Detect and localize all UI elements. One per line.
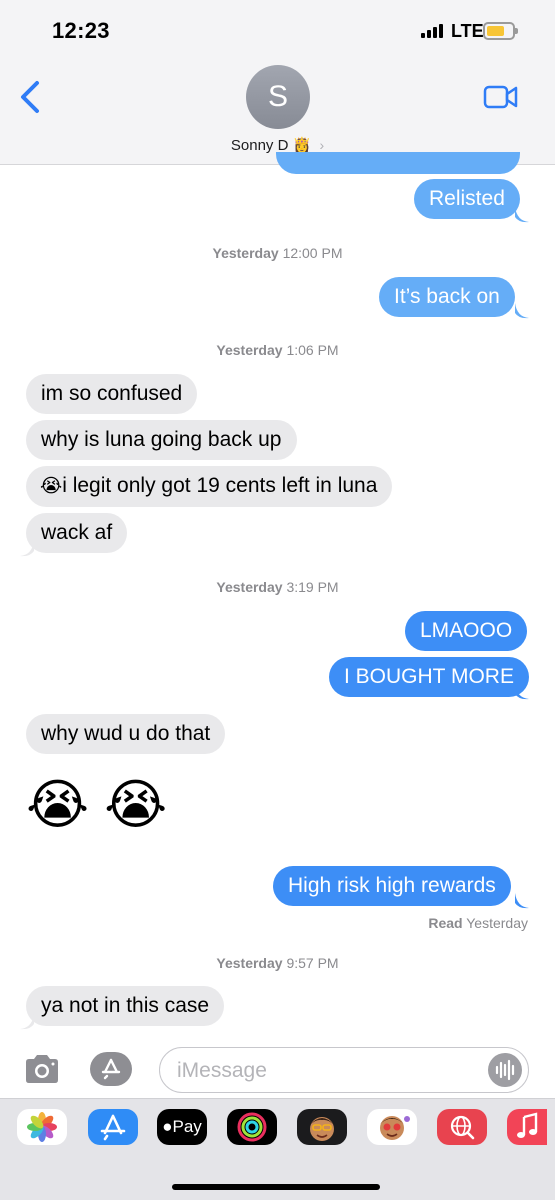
photos-flower-icon — [27, 1112, 57, 1142]
bubble-tail — [515, 893, 529, 909]
music-icon[interactable] — [507, 1109, 547, 1145]
memoji-stickers-face-icon — [380, 1116, 410, 1140]
timestamp: Yesterday 9:57 PM — [216, 955, 339, 971]
home-indicator[interactable] — [172, 1184, 380, 1190]
app-store-glyph-icon — [100, 1114, 126, 1141]
timestamp: Yesterday 1:06 PM — [216, 342, 339, 358]
apple-pay-label: Pay — [172, 1117, 202, 1136]
audio-waveform-icon — [495, 1059, 515, 1081]
apple-logo-icon: ● — [162, 1117, 173, 1136]
photos-icon[interactable] — [17, 1109, 67, 1145]
camera-icon[interactable] — [23, 1053, 61, 1085]
bubble-tail — [20, 541, 34, 557]
timestamp: Yesterday 12:00 PM — [212, 245, 343, 261]
message-bubble-sent[interactable]: It’s back on — [379, 277, 515, 317]
crying-emoji: 😭 — [40, 476, 63, 497]
memoji-stickers-icon[interactable] — [367, 1109, 417, 1145]
message-bubble-received[interactable]: why is luna going back up — [26, 420, 297, 460]
memoji-icon[interactable] — [297, 1109, 347, 1145]
message-bubble-received[interactable]: wack af — [26, 513, 128, 553]
message-bubble-partial[interactable] — [276, 152, 520, 174]
back-chevron-icon[interactable] — [18, 80, 44, 114]
status-time: 12:23 — [52, 18, 110, 43]
messages-screen: 12:23 LTE S Sonny D 👸 › Relisted Yesterd… — [0, 0, 555, 1200]
app-store-icon[interactable] — [88, 1109, 138, 1145]
bubble-tail — [515, 684, 529, 700]
message-bubble-received[interactable]: 😭i legit only got 19 cents left in luna — [26, 466, 393, 507]
message-bubble-sent[interactable]: Relisted — [414, 179, 520, 219]
video-camera-icon[interactable] — [483, 84, 519, 110]
contact-avatar[interactable]: S — [246, 65, 310, 129]
message-bubble-received[interactable]: ya not in this case — [26, 986, 225, 1026]
read-receipt: Read Yesterday — [428, 915, 528, 931]
bubble-tail — [515, 207, 529, 223]
message-bubble-sent[interactable]: I BOUGHT MORE — [329, 657, 529, 697]
audio-record-button[interactable] — [488, 1053, 522, 1087]
big-emoji-message[interactable]: 😭 😭 — [26, 775, 167, 835]
memoji-face-icon — [310, 1117, 334, 1141]
activity-icon[interactable] — [227, 1109, 277, 1145]
input-placeholder: iMessage — [177, 1059, 267, 1082]
conversation-header: 12:23 LTE S Sonny D 👸 › — [0, 0, 555, 165]
message-bubble-received[interactable]: im so confused — [26, 374, 198, 414]
message-bubble-received[interactable]: why wud u do that — [26, 714, 226, 754]
apple-pay-icon[interactable]: ●Pay — [157, 1109, 207, 1145]
battery-icon — [483, 22, 518, 40]
timestamp: Yesterday 3:19 PM — [216, 579, 339, 595]
activity-rings-icon — [237, 1112, 267, 1142]
chevron-right-icon: › — [319, 137, 325, 153]
web-search-icon[interactable] — [437, 1109, 487, 1145]
message-bubble-sent[interactable]: LMAOOO — [405, 611, 528, 651]
app-store-icon — [101, 1058, 121, 1080]
message-text: i legit only got 19 cents left in luna — [62, 474, 378, 497]
imessage-input[interactable]: iMessage — [159, 1047, 529, 1093]
app-store-button[interactable] — [90, 1052, 132, 1086]
signal-strength-icon — [421, 24, 443, 38]
message-bubble-sent[interactable]: High risk high rewards — [273, 866, 511, 906]
bubble-tail — [515, 303, 529, 319]
network-type: LTE — [451, 21, 484, 41]
bubble-tail — [20, 1014, 34, 1030]
music-note-icon — [517, 1112, 538, 1138]
globe-search-icon — [450, 1115, 475, 1140]
